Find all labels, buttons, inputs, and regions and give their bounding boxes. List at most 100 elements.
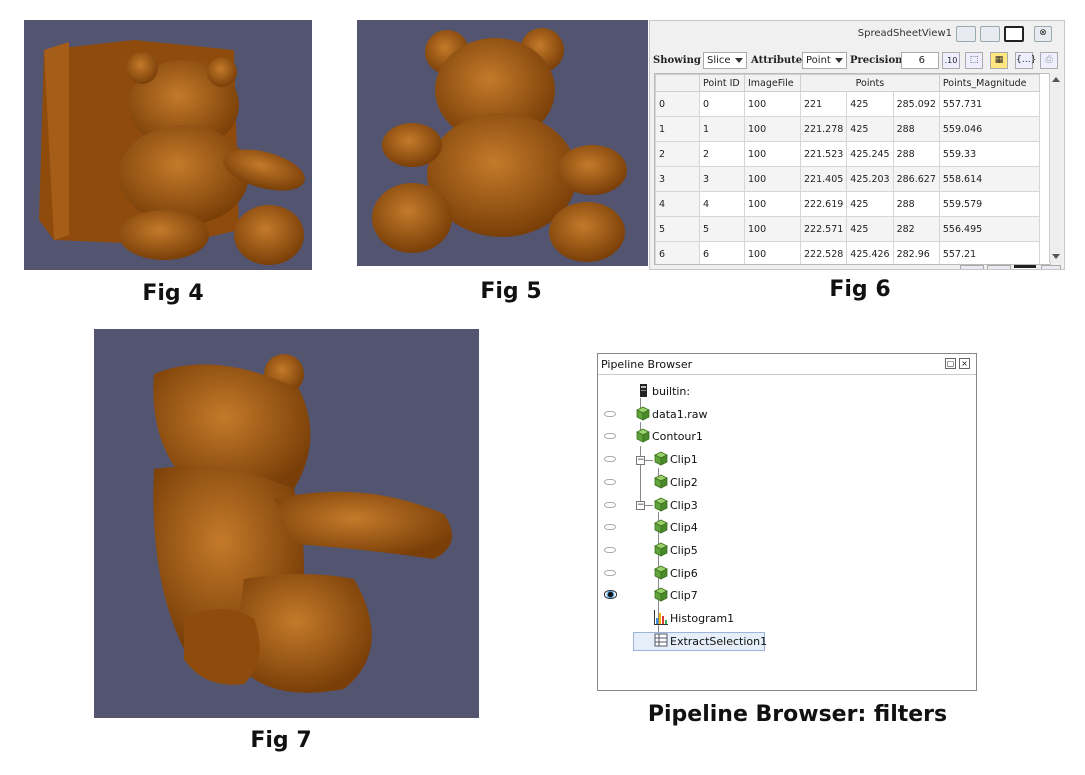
table-cell[interactable]: 221.405 xyxy=(799,166,848,192)
eye-hidden-icon[interactable] xyxy=(604,456,616,463)
table-row[interactable]: 4 4 100 222.619 425 288 559.579 xyxy=(655,191,1040,217)
eye-hidden-icon[interactable] xyxy=(604,546,616,553)
table-cell[interactable]: 100 xyxy=(744,116,801,142)
maximize-button[interactable] xyxy=(1014,265,1036,269)
split-vertical-button[interactable] xyxy=(987,265,1011,269)
pipeline-item-builtin[interactable]: builtin: xyxy=(598,381,968,401)
table-row[interactable]: 1 1 100 221.278 425 288 559.046 xyxy=(655,116,1040,142)
table-cell[interactable]: 557.21 xyxy=(938,241,1040,264)
table-cell[interactable]: 425 xyxy=(846,91,894,117)
table-cell[interactable]: 100 xyxy=(744,241,801,264)
table-cell[interactable]: 222.571 xyxy=(799,216,848,242)
table-cell[interactable]: 221 xyxy=(799,91,848,117)
eye-hidden-icon[interactable] xyxy=(604,501,616,508)
column-header[interactable]: Point ID xyxy=(699,74,745,92)
pipeline-item-extractselection1[interactable]: ExtractSelection1 xyxy=(598,631,968,651)
table-cell[interactable]: 100 xyxy=(744,141,801,167)
row-header-cell[interactable]: 4 xyxy=(655,191,700,217)
pipeline-item-clip1[interactable]: Clip1 xyxy=(598,449,968,469)
table-cell[interactable]: 288 xyxy=(892,191,940,217)
table-cell[interactable]: 221.523 xyxy=(799,141,848,167)
maximize-button[interactable] xyxy=(1004,26,1024,42)
export-spreadsheet-icon[interactable]: ⎙ xyxy=(1040,52,1058,69)
toggle-cell-connectivity-icon[interactable]: ⬚ xyxy=(965,52,983,69)
close-icon[interactable]: × xyxy=(959,358,970,369)
spreadsheet-grid[interactable]: Point ID ImageFile Points Points_Magnitu… xyxy=(654,73,1051,265)
row-header-cell[interactable]: 5 xyxy=(655,216,700,242)
eye-hidden-icon[interactable] xyxy=(604,524,616,531)
fixed-notation-icon[interactable]: .10 xyxy=(942,52,960,69)
pipeline-item-data1-raw[interactable]: data1.raw xyxy=(598,404,968,424)
table-cell[interactable]: 286.627 xyxy=(892,166,940,192)
pipeline-item-clip4[interactable]: Clip4 xyxy=(598,517,968,537)
row-header-cell[interactable]: 2 xyxy=(655,141,700,167)
table-cell[interactable]: 282 xyxy=(892,216,940,242)
table-cell[interactable]: 100 xyxy=(744,166,801,192)
split-horizontal-button[interactable] xyxy=(960,265,984,269)
row-header-cell[interactable]: 1 xyxy=(655,116,700,142)
table-cell[interactable]: 288 xyxy=(892,141,940,167)
showing-select[interactable]: Slice xyxy=(703,52,747,69)
eye-hidden-icon[interactable] xyxy=(604,478,616,485)
table-cell[interactable]: 556.495 xyxy=(938,216,1040,242)
table-cell[interactable]: 425 xyxy=(846,216,894,242)
toggle-field-data-icon[interactable]: ▦ xyxy=(990,52,1008,69)
table-cell[interactable]: 425 xyxy=(846,191,894,217)
pipeline-item-histogram1[interactable]: Histogram1 xyxy=(598,608,968,628)
table-cell[interactable]: 1 xyxy=(699,116,745,142)
table-row[interactable]: 2 2 100 221.523 425.245 288 559.33 xyxy=(655,141,1040,167)
table-cell[interactable]: 6 xyxy=(699,241,745,264)
eye-hidden-icon[interactable] xyxy=(604,410,616,417)
row-header-cell[interactable]: 6 xyxy=(655,241,700,264)
pipeline-item-clip3[interactable]: Clip3 xyxy=(598,495,968,515)
table-cell[interactable]: 100 xyxy=(744,191,801,217)
table-cell[interactable]: 2 xyxy=(699,141,745,167)
row-header-cell[interactable]: 3 xyxy=(655,166,700,192)
eye-visible-icon[interactable] xyxy=(604,590,617,600)
pipeline-item-clip2[interactable]: Clip2 xyxy=(598,472,968,492)
table-cell[interactable]: 100 xyxy=(744,91,801,117)
close-view-button[interactable]: ⊗ xyxy=(1034,26,1052,42)
table-cell[interactable]: 4 xyxy=(699,191,745,217)
table-row[interactable]: 6 6 100 222.528 425.426 282.96 557.21 xyxy=(655,241,1040,264)
table-cell[interactable]: 559.046 xyxy=(938,116,1040,142)
attribute-select[interactable]: Point xyxy=(802,52,847,69)
pipeline-item-contour1[interactable]: Contour1 xyxy=(598,426,968,446)
table-cell[interactable]: 5 xyxy=(699,216,745,242)
pipeline-item-clip5[interactable]: Clip5 xyxy=(598,540,968,560)
table-cell[interactable]: 559.579 xyxy=(938,191,1040,217)
table-cell[interactable]: 221.278 xyxy=(799,116,848,142)
row-header-cell[interactable]: 0 xyxy=(655,91,700,117)
column-header[interactable] xyxy=(655,74,700,92)
table-cell[interactable]: 559.33 xyxy=(938,141,1040,167)
table-cell[interactable]: 3 xyxy=(699,166,745,192)
table-cell[interactable]: 288 xyxy=(892,116,940,142)
split-horizontal-button[interactable] xyxy=(956,26,976,42)
table-cell[interactable]: 425.203 xyxy=(846,166,894,192)
fig7-render-view[interactable] xyxy=(94,329,479,718)
vertical-scrollbar[interactable] xyxy=(1049,73,1062,263)
table-row[interactable]: 3 3 100 221.405 425.203 286.627 558.614 xyxy=(655,166,1040,192)
table-cell[interactable]: 425 xyxy=(846,116,894,142)
table-cell[interactable]: 425.245 xyxy=(846,141,894,167)
scroll-down-icon[interactable] xyxy=(1052,254,1060,259)
table-cell[interactable]: 285.092 xyxy=(892,91,940,117)
pipeline-item-clip7[interactable]: Clip7 xyxy=(598,585,968,605)
table-row[interactable]: 0 0 100 221 425 285.092 557.731 xyxy=(655,91,1040,117)
table-cell[interactable]: 557.731 xyxy=(938,91,1040,117)
eye-hidden-icon[interactable] xyxy=(604,569,616,576)
table-cell[interactable]: 0 xyxy=(699,91,745,117)
eye-hidden-icon[interactable] xyxy=(604,433,616,440)
table-cell[interactable]: 282.96 xyxy=(892,241,940,264)
precision-spinbox[interactable]: 6 xyxy=(901,52,939,69)
table-cell[interactable]: 222.619 xyxy=(799,191,848,217)
column-header[interactable]: ImageFile xyxy=(744,74,801,92)
column-visibility-icon[interactable]: {…} xyxy=(1015,52,1036,69)
table-cell[interactable]: 222.528 xyxy=(799,241,848,264)
fig4-render-view[interactable] xyxy=(24,20,312,270)
table-cell[interactable]: 100 xyxy=(744,216,801,242)
column-header[interactable]: Points xyxy=(800,74,940,92)
pipeline-item-clip6[interactable]: Clip6 xyxy=(598,563,968,583)
table-cell[interactable]: 558.614 xyxy=(938,166,1040,192)
table-row[interactable]: 5 5 100 222.571 425 282 556.495 xyxy=(655,216,1040,242)
